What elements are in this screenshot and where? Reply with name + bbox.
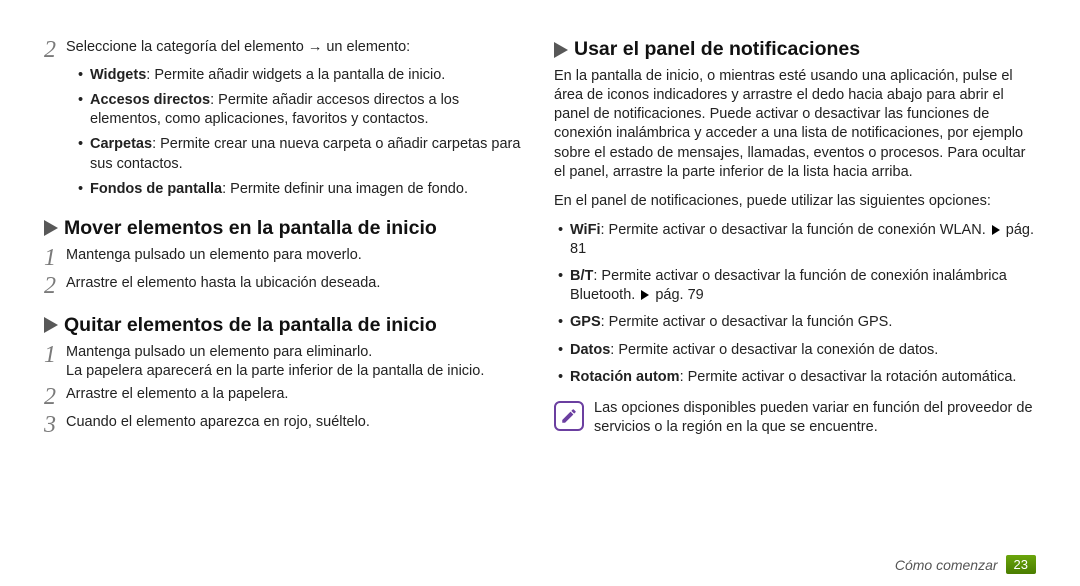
page-number-badge: 23 xyxy=(1006,555,1036,574)
step-text: Arrastre el elemento a la papelera. xyxy=(66,385,526,404)
footer-section-name: Cómo comenzar xyxy=(895,557,998,573)
section-move-elements: Mover elementos en la pantalla de inicio xyxy=(44,217,526,240)
section-title: Usar el panel de notificaciones xyxy=(574,38,860,61)
move-step-2: 2 Arrastre el elemento hasta la ubicació… xyxy=(44,274,526,298)
chevron-right-icon xyxy=(44,220,58,236)
paragraph: En la pantalla de inicio, o mientras est… xyxy=(554,67,1036,182)
step-text: Seleccione la categoría del elemento → u… xyxy=(66,38,526,57)
step-2: 2 Seleccione la categoría del elemento →… xyxy=(44,38,526,62)
list-item: • GPS: Permite activar o desactivar la f… xyxy=(558,313,1036,332)
bullet-icon: • xyxy=(78,91,90,129)
remove-step-3: 3 Cuando el elemento aparezca en rojo, s… xyxy=(44,413,526,437)
step-number: 2 xyxy=(44,385,66,409)
bullet-icon: • xyxy=(78,66,90,85)
paragraph: En el panel de notificaciones, puede uti… xyxy=(554,192,1036,211)
page-footer: Cómo comenzar 23 xyxy=(895,555,1036,574)
remove-step-2: 2 Arrastre el elemento a la papelera. xyxy=(44,385,526,409)
step-text: Arrastre el elemento hasta la ubicación … xyxy=(66,274,526,293)
notification-options-list: • WiFi: Permite activar o desactivar la … xyxy=(554,221,1036,395)
step-number: 1 xyxy=(44,246,66,270)
step-number: 3 xyxy=(44,413,66,437)
note-icon xyxy=(554,401,584,431)
note: Las opciones disponibles pueden variar e… xyxy=(554,399,1036,437)
step-text: Mantenga pulsado un elemento para moverl… xyxy=(66,246,526,265)
remove-step-1: 1 Mantenga pulsado un elemento para elim… xyxy=(44,343,526,381)
list-item: • Carpetas: Permite crear una nueva carp… xyxy=(78,135,526,173)
bullet-icon: • xyxy=(558,368,570,387)
note-text: Las opciones disponibles pueden variar e… xyxy=(594,399,1036,437)
list-item: • Fondos de pantalla: Permite definir un… xyxy=(78,180,526,199)
section-title: Mover elementos en la pantalla de inicio xyxy=(64,217,437,240)
bullet-icon: • xyxy=(558,313,570,332)
move-step-1: 1 Mantenga pulsado un elemento para move… xyxy=(44,246,526,270)
category-bullets: • Widgets: Permite añadir widgets a la p… xyxy=(44,66,526,205)
list-item: • Accesos directos: Permite añadir acces… xyxy=(78,91,526,129)
section-remove-elements: Quitar elementos de la pantalla de inici… xyxy=(44,314,526,337)
list-item: • B/T: Permite activar o desactivar la f… xyxy=(558,267,1036,305)
list-item: • Datos: Permite activar o desactivar la… xyxy=(558,341,1036,360)
step-number: 2 xyxy=(44,274,66,298)
step-number: 2 xyxy=(44,38,66,62)
list-item: • WiFi: Permite activar o desactivar la … xyxy=(558,221,1036,259)
reference-icon xyxy=(641,290,649,300)
bullet-icon: • xyxy=(558,341,570,360)
manual-page: 2 Seleccione la categoría del elemento →… xyxy=(0,0,1080,586)
chevron-right-icon xyxy=(44,317,58,333)
bullet-icon: • xyxy=(78,180,90,199)
list-item: • Widgets: Permite añadir widgets a la p… xyxy=(78,66,526,85)
bullet-icon: • xyxy=(78,135,90,173)
step-number: 1 xyxy=(44,343,66,367)
section-notification-panel: Usar el panel de notificaciones xyxy=(554,38,1036,61)
step-text: Cuando el elemento aparezca en rojo, sué… xyxy=(66,413,526,432)
chevron-right-icon xyxy=(554,42,568,58)
right-column: Usar el panel de notificaciones En la pa… xyxy=(554,38,1036,586)
list-item: • Rotación autom: Permite activar o desa… xyxy=(558,368,1036,387)
section-title: Quitar elementos de la pantalla de inici… xyxy=(64,314,437,337)
reference-icon xyxy=(992,225,1000,235)
left-column: 2 Seleccione la categoría del elemento →… xyxy=(44,38,526,586)
bullet-icon: • xyxy=(558,221,570,259)
step-text: Mantenga pulsado un elemento para elimin… xyxy=(66,343,526,381)
bullet-icon: • xyxy=(558,267,570,305)
